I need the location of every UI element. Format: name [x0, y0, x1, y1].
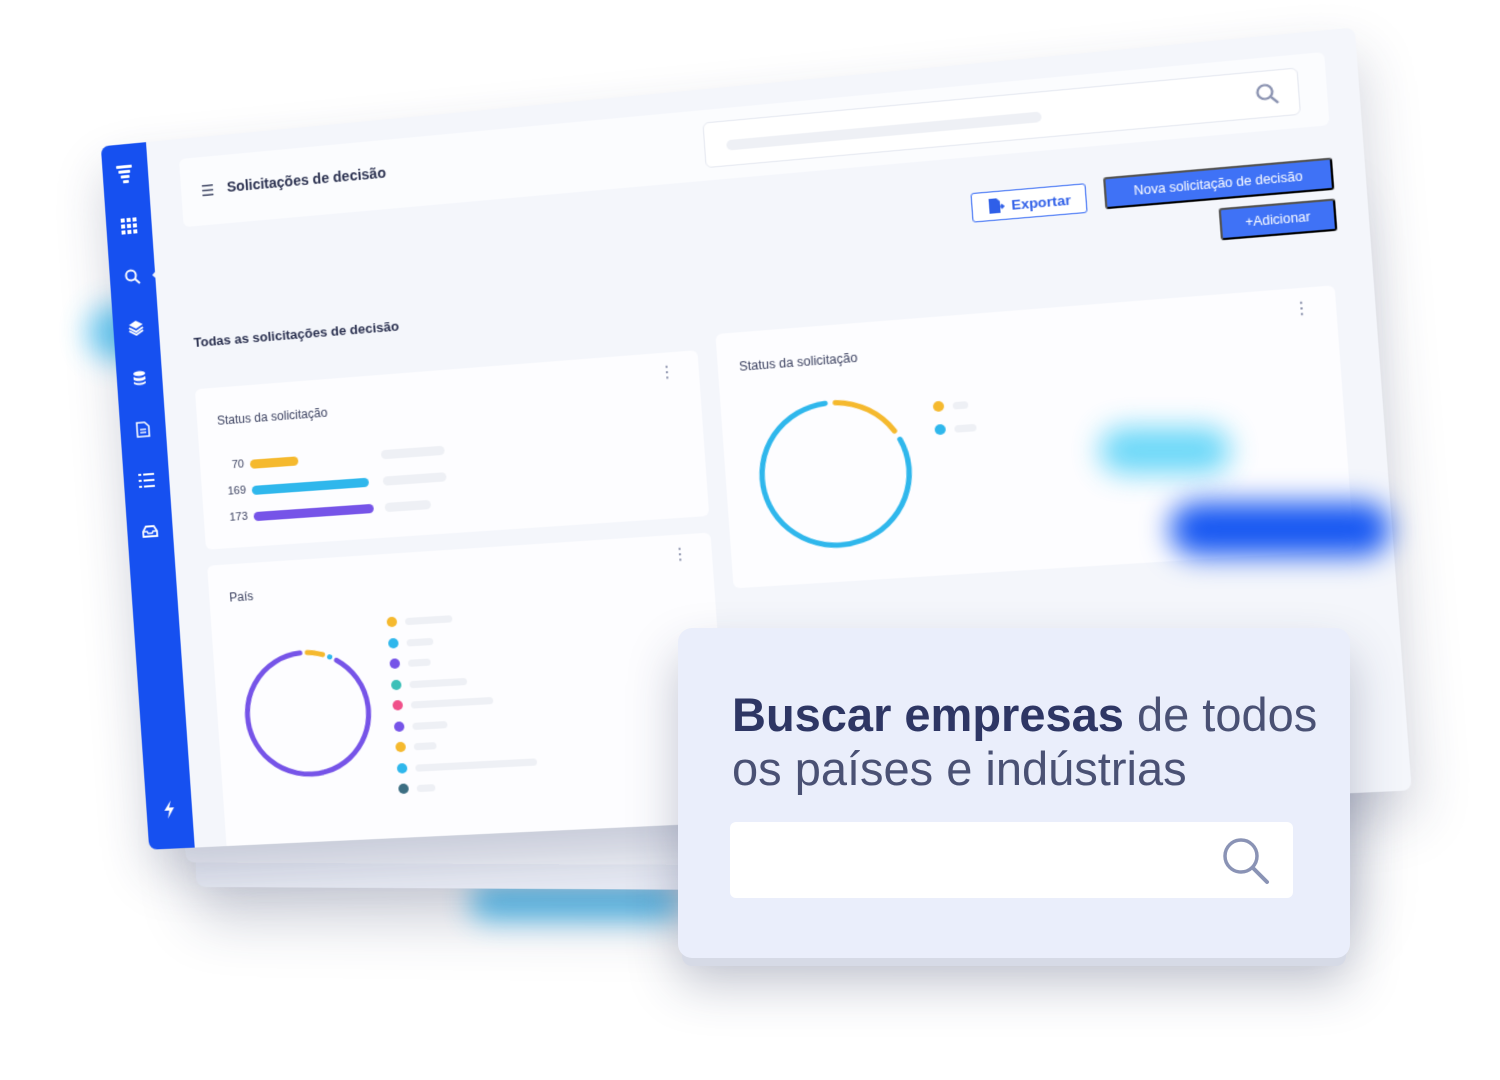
headline: Buscar empresas de todos os países e ind…	[732, 688, 1332, 796]
bar-label-placeholder	[380, 445, 445, 460]
donut-segment	[835, 398, 894, 435]
layers-icon[interactable]	[124, 316, 147, 340]
country-donut-chart	[233, 638, 384, 787]
bar-row: 70	[222, 454, 299, 472]
country-card: País ⋮	[207, 532, 732, 850]
bar-value-label: 173	[229, 510, 249, 524]
more-options-icon[interactable]: ⋮	[658, 361, 676, 382]
legend-label-placeholder	[409, 677, 468, 688]
search-input[interactable]	[702, 67, 1302, 169]
legend-dot	[398, 783, 410, 795]
legend-label-placeholder	[404, 615, 453, 626]
legend-dot	[392, 699, 404, 711]
legend-label-placeholder	[952, 401, 969, 410]
status-bar-card: Status da solicitação ⋮ 70 169 173	[194, 350, 710, 550]
bar-row: 173	[225, 502, 375, 524]
card-title: Status da solicitação	[216, 405, 328, 428]
donut-segment	[307, 652, 322, 656]
status-legend	[715, 285, 1334, 436]
bar	[251, 477, 370, 495]
hamburger-menu-icon[interactable]: ☰	[201, 181, 216, 200]
export-button[interactable]: Exportar	[970, 183, 1088, 223]
inbox-icon[interactable]	[138, 520, 161, 543]
legend-dot	[934, 423, 947, 436]
legend-label-placeholder	[415, 757, 538, 772]
search-icon[interactable]	[121, 265, 144, 289]
bar	[253, 503, 375, 521]
legend-dot	[386, 616, 398, 628]
legend-dot	[932, 400, 945, 413]
search-icon[interactable]	[1219, 834, 1273, 888]
legend-label-placeholder	[954, 423, 977, 433]
legend-dot	[387, 637, 399, 649]
document-icon[interactable]	[131, 418, 154, 442]
section-title: Todas as solicitações de decisão	[193, 318, 400, 351]
legend-dot	[396, 762, 408, 774]
legend-dot	[389, 658, 401, 669]
decorative-blur-bottom	[470, 885, 680, 919]
logo-icon[interactable]	[114, 163, 137, 187]
company-search-input[interactable]	[730, 822, 1293, 898]
legend-label-placeholder	[410, 696, 494, 709]
export-icon	[988, 198, 1006, 214]
company-search-card: Buscar empresas de todos os países e ind…	[678, 628, 1350, 958]
legend-label-placeholder	[413, 742, 437, 751]
card-title: Status da solicitação	[738, 350, 858, 374]
add-button[interactable]: +Adicionar	[1218, 198, 1338, 241]
donut-segment	[243, 649, 372, 777]
legend-dot	[390, 679, 402, 690]
legend-label-placeholder	[406, 637, 434, 647]
donut-segment	[757, 398, 914, 550]
bar-row: 169	[224, 476, 370, 498]
decorative-blur-cyan	[1100, 428, 1230, 473]
page-title: Solicitações de decisão	[226, 164, 387, 195]
status-donut-chart	[743, 384, 928, 563]
legend-dot	[395, 741, 407, 753]
legend-dot	[393, 720, 405, 732]
bar-value-label: 169	[227, 484, 247, 498]
bar-label-placeholder	[382, 472, 447, 486]
status-bars: 70 169 173	[195, 350, 697, 524]
search-icon[interactable]	[1254, 81, 1281, 107]
more-options-icon[interactable]: ⋮	[671, 543, 689, 564]
bar-value-label: 70	[231, 458, 245, 472]
bar	[249, 455, 299, 469]
legend-label-placeholder	[407, 658, 431, 667]
list-icon[interactable]	[135, 469, 158, 493]
grid-icon[interactable]	[117, 214, 140, 238]
bolt-icon[interactable]	[158, 798, 181, 821]
export-label: Exportar	[1010, 191, 1072, 213]
database-icon[interactable]	[128, 367, 151, 391]
more-options-icon[interactable]: ⋮	[1292, 297, 1312, 319]
legend-label-placeholder	[412, 720, 448, 730]
legend-label-placeholder	[416, 784, 436, 793]
headline-bold: Buscar empresas	[732, 688, 1124, 741]
search-placeholder-bar	[726, 111, 1042, 151]
decorative-blur-right	[1170, 502, 1390, 556]
bar-label-placeholder	[384, 499, 432, 513]
card-title: País	[228, 589, 254, 605]
